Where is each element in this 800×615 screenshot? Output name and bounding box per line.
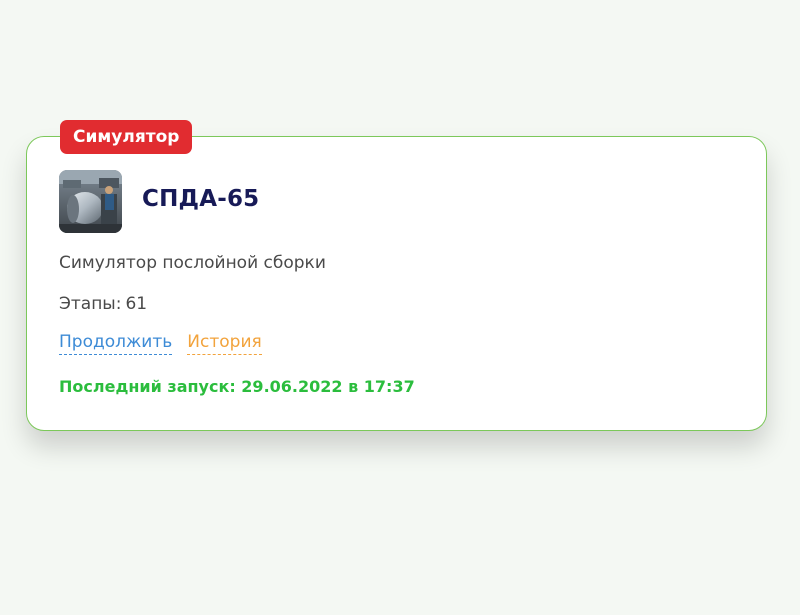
stages-count: Этапы: 61 — [59, 294, 147, 314]
stages-label: Этапы: — [59, 294, 122, 314]
last-run-text: Последний запуск: 29.06.2022 в 17:37 — [59, 377, 415, 396]
card-actions: Продолжить История — [59, 332, 262, 355]
machine-thumbnail — [59, 170, 122, 233]
continue-link[interactable]: Продолжить — [59, 332, 173, 355]
machine-photo-icon — [59, 170, 122, 233]
card-description: Симулятор послойной сборки — [59, 253, 326, 273]
stages-value: 61 — [125, 294, 148, 314]
card-title: СПДА-65 — [142, 186, 260, 212]
history-link[interactable]: История — [187, 332, 262, 355]
type-badge: Симулятор — [60, 120, 193, 154]
